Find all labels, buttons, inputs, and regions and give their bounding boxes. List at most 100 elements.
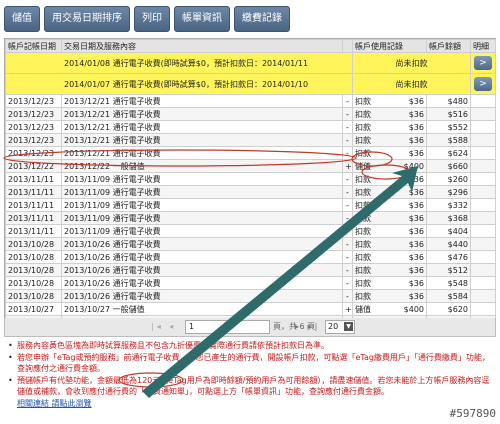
usage-amount: $36: [408, 278, 424, 288]
sign-cell: +: [342, 302, 353, 316]
balance-cell: $404: [426, 224, 471, 238]
usage-type: 扣款: [355, 109, 371, 119]
balance-cell: $620: [426, 302, 471, 316]
detail-button[interactable]: >: [474, 77, 492, 91]
table-row: 2013/10/28 2013/10/26 通行電子收費 - 扣款 $36 $440: [5, 237, 496, 251]
col-transaction[interactable]: 交易日期及服務內容: [61, 39, 343, 53]
usage-cell: 扣款 $36: [352, 94, 427, 108]
balance-cell: $552: [426, 120, 471, 134]
usage-type: 扣款: [355, 252, 371, 262]
transaction-cell: 2013/11/09 通行電子收費: [61, 224, 343, 238]
balance-cell: $476: [426, 250, 471, 264]
usage-amount: $36: [408, 239, 424, 249]
detail-cell: [470, 172, 496, 186]
posting-date-cell: 2013/12/23: [5, 94, 62, 108]
usage-type: 扣款: [355, 122, 371, 132]
billing-info-button[interactable]: 帳單資訊: [174, 6, 230, 32]
posting-date-cell: 2013/12/23: [5, 133, 62, 147]
balance-cell: $512: [426, 263, 471, 277]
sign-cell: -: [342, 289, 353, 303]
table-row: 2013/12/22 2013/12/22 一般儲值 + 儲值 $400 $660: [5, 159, 496, 173]
balance-cell: $584: [426, 289, 471, 303]
balance-cell: $516: [426, 107, 471, 121]
transaction-cell: 2013/12/21 通行電子收費: [61, 107, 343, 121]
first-prev-page-icon[interactable]: |◂ ◂: [151, 318, 176, 336]
usage-type: 扣款: [355, 200, 371, 210]
transaction-cell: 2013/10/26 通行電子收費: [61, 237, 343, 251]
usage-cell: 扣款 $36: [352, 211, 427, 225]
sign-cell: -: [342, 107, 353, 121]
detail-cell: [470, 146, 496, 160]
related-links[interactable]: 相關連結 請點此瀏覽: [8, 398, 492, 409]
table-row: 2013/12/23 2013/12/21 通行電子收費 - 扣款 $36 $480: [5, 94, 496, 108]
payment-history-button[interactable]: 繳費記錄: [234, 6, 290, 32]
usage-cell: 扣款 $36: [352, 185, 427, 199]
detail-cell: [470, 250, 496, 264]
usage-amount: $36: [408, 291, 424, 301]
print-button[interactable]: 列印: [134, 6, 170, 32]
detail-cell: [470, 107, 496, 121]
usage-amount: $400: [403, 161, 424, 171]
usage-type: 扣款: [355, 291, 371, 301]
balance-cell: $624: [426, 146, 471, 160]
sign-cell: -: [342, 172, 353, 186]
sign-cell: +: [342, 159, 353, 173]
table-row: 2013/10/28 2013/10/26 通行電子收費 - 扣款 $36 $512: [5, 263, 496, 277]
sign-cell: -: [342, 224, 353, 238]
usage-type: 扣款: [355, 265, 371, 275]
usage-type: 扣款: [355, 278, 371, 288]
detail-cell: [470, 133, 496, 147]
toolbar: 儲值 用交易日期排序 列印 帳單資訊 繳費記錄: [4, 6, 290, 32]
usage-amount: $36: [408, 96, 424, 106]
table-row: 2013/12/23 2013/12/21 通行電子收費 - 扣款 $36 $516: [5, 107, 496, 121]
next-last-page-icon[interactable]: ▸ ▸|: [295, 318, 320, 336]
topup-button[interactable]: 儲值: [4, 6, 40, 32]
sign-cell: -: [342, 94, 353, 108]
usage-amount: $36: [408, 200, 424, 210]
usage-cell: 扣款 $36: [352, 250, 427, 264]
detail-cell: [470, 94, 496, 108]
usage-type: 扣款: [355, 174, 371, 184]
usage-cell: 儲值 $400: [352, 159, 427, 173]
col-sign: [342, 39, 353, 53]
posting-date-cell: 2013/10/28: [5, 276, 62, 290]
usage-type: 扣款: [355, 226, 371, 236]
usage-type: 儲值: [355, 304, 371, 314]
usage-cell: 扣款 $36: [352, 133, 427, 147]
posting-date-cell: 2013/11/11: [5, 224, 62, 238]
page-size-select[interactable]: 20 ▼: [325, 320, 355, 334]
table-row: 2013/10/28 2013/10/26 通行電子收費 - 扣款 $36 $584: [5, 289, 496, 303]
table-row: 2013/11/11 2013/11/09 通行電子收費 - 扣款 $36 $260: [5, 172, 496, 186]
transaction-cell: 2013/11/09 通行電子收費: [61, 185, 343, 199]
table-row: 2013/11/11 2013/11/09 通行電子收費 - 扣款 $36 $368: [5, 211, 496, 225]
detail-cell: [470, 263, 496, 277]
table-row: 2013/10/27 2013/10/27 一般儲值 + 儲值 $400 $620: [5, 302, 496, 316]
posting-date-cell: 2013/10/28: [5, 289, 62, 303]
page-number-input[interactable]: 1: [185, 320, 270, 334]
pending-status: 尚未扣款: [352, 52, 471, 74]
sort-by-date-button[interactable]: 用交易日期排序: [44, 6, 130, 32]
balance-cell: $548: [426, 276, 471, 290]
table-row: 2013/11/11 2013/11/09 通行電子收費 - 扣款 $36 $332: [5, 198, 496, 212]
col-usage[interactable]: 帳戶使用記錄: [352, 39, 427, 53]
usage-type: 儲值: [355, 161, 371, 171]
balance-cell: $660: [426, 159, 471, 173]
usage-amount: $36: [408, 148, 424, 158]
sign-cell: -: [342, 276, 353, 290]
posting-date-cell: 2013/11/11: [5, 172, 62, 186]
transaction-cell: 2013/10/27 一般儲值: [61, 302, 343, 316]
note-item: 服務內容黃色區塊為即時試算服務且不包含九折優惠，實際通行費請依預計扣款日為準。: [8, 340, 492, 351]
posting-date-cell: 2013/10/27: [5, 302, 62, 316]
col-posting-date[interactable]: 帳戶記帳日期: [5, 39, 62, 53]
usage-amount: $36: [408, 174, 424, 184]
posting-date-cell: 2013/12/23: [5, 120, 62, 134]
note-item: 若您申辦「eTag或預約服務」前通行電子收費，當您已產生的通行費，開設帳戶扣款，…: [8, 352, 492, 374]
usage-amount: $36: [408, 213, 424, 223]
detail-cell: [470, 289, 496, 303]
pagination-bar: |◂ ◂ 1 頁，共 6 頁 ▸ ▸| 20 ▼: [4, 318, 496, 337]
detail-button[interactable]: >: [474, 56, 492, 70]
balance-cell: $440: [426, 237, 471, 251]
posting-date-cell: 2013/12/22: [5, 159, 62, 173]
col-balance[interactable]: 帳戶餘額: [426, 39, 471, 53]
usage-amount: $36: [408, 109, 424, 119]
